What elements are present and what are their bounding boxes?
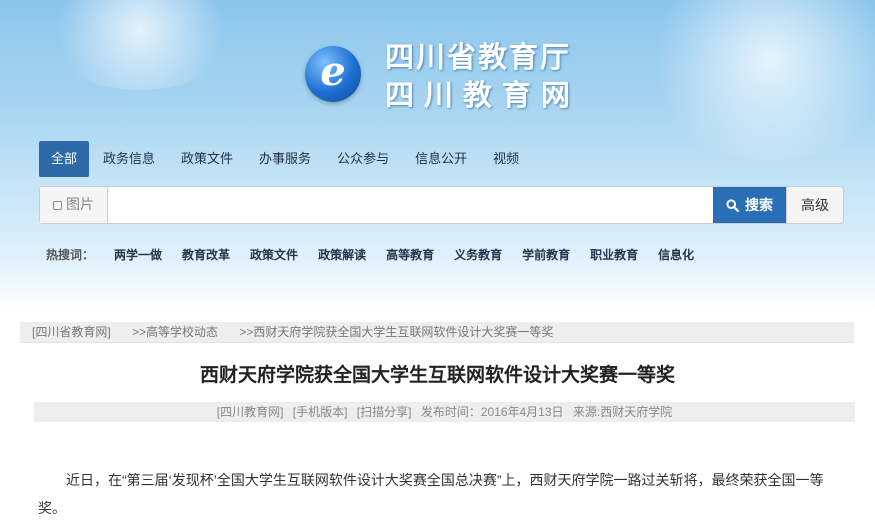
image-search-option[interactable]: 图片 [40, 187, 108, 223]
meta-mobile-version[interactable]: [手机版本] [293, 405, 348, 419]
breadcrumb-current[interactable]: >>西财天府学院获全国大学生互联网软件设计大奖赛一等奖 [239, 325, 553, 339]
hot-search-terms: 热搜词： 两学一做 教育改革 政策文件 政策解读 高等教育 义务教育 学前教育 … [46, 244, 714, 264]
search-category-tabs: 全部 政务信息 政策文件 办事服务 公众参与 信息公开 视频 [39, 141, 531, 177]
hot-search-item[interactable]: 职业教育 [590, 246, 638, 263]
meta-scan-share[interactable]: [扫描分享] [357, 405, 412, 419]
hot-search-item[interactable]: 政策文件 [250, 246, 298, 263]
advanced-search-button[interactable]: 高级 [786, 187, 843, 223]
search-button-label: 搜索 [745, 198, 773, 214]
meta-origin: 来源:西财天府学院 [572, 405, 673, 419]
hot-search-label: 热搜词： [46, 247, 95, 262]
tab-all[interactable]: 全部 [39, 141, 90, 177]
breadcrumb: [四川省教育网] >>高等学校动态 >>西财天府学院获全国大学生互联网软件设计大… [20, 322, 854, 343]
tab-government-info[interactable]: 政务信息 [91, 141, 167, 177]
hot-search-item[interactable]: 高等教育 [386, 246, 434, 263]
search-input[interactable] [108, 187, 713, 223]
article-body: 近日，在“第三届‘发现杯’全国大学生互联网软件设计大奖赛全国总决赛”上，西财天府… [38, 472, 824, 516]
search-button[interactable]: 搜索 [713, 187, 786, 223]
hot-search-item[interactable]: 义务教育 [454, 246, 502, 263]
hot-search-item[interactable]: 学前教育 [522, 246, 570, 263]
tab-video[interactable]: 视频 [481, 141, 531, 177]
header-banner: e 四川省教育厅 四川教育网 全部 政务信息 政策文件 办事服务 公众参与 信息… [0, 0, 875, 310]
tab-services[interactable]: 办事服务 [247, 141, 323, 177]
checkbox-icon[interactable] [53, 200, 62, 210]
dandelion-decoration [640, 0, 875, 160]
hot-search-item[interactable]: 信息化 [658, 246, 694, 263]
article-title: 西财天府学院获全国大学生互联网软件设计大奖赛一等奖 [199, 365, 675, 386]
tab-information-disclosure[interactable]: 信息公开 [403, 141, 479, 177]
hot-search-item[interactable]: 政策解读 [318, 246, 366, 263]
meta-publish-time: 发布时间：2016年4月13日 [420, 405, 564, 419]
e-logo-icon: e [305, 46, 361, 102]
breadcrumb-home[interactable]: [四川省教育网] [32, 325, 111, 339]
logo-subtitle: 四川教育网 [385, 78, 581, 112]
meta-source-site[interactable]: [四川教育网] [217, 405, 284, 419]
breadcrumb-category[interactable]: >>高等学校动态 [132, 325, 218, 339]
search-icon [726, 198, 739, 212]
logo-title: 四川省教育厅 [385, 40, 572, 74]
tab-public-participation[interactable]: 公众参与 [325, 141, 401, 177]
site-logo[interactable]: e 四川省教育厅 四川教育网 [305, 38, 605, 118]
image-option-label: 图片 [66, 197, 94, 213]
hot-search-item[interactable]: 两学一做 [114, 246, 162, 263]
search-bar: 图片 搜索 高级 [39, 186, 844, 224]
tab-policy-documents[interactable]: 政策文件 [169, 141, 245, 177]
article-meta: [四川教育网] [手机版本] [扫描分享] 发布时间：2016年4月13日 来源… [34, 402, 855, 422]
hot-search-item[interactable]: 教育改革 [182, 246, 230, 263]
cloud-decoration [40, 0, 240, 90]
